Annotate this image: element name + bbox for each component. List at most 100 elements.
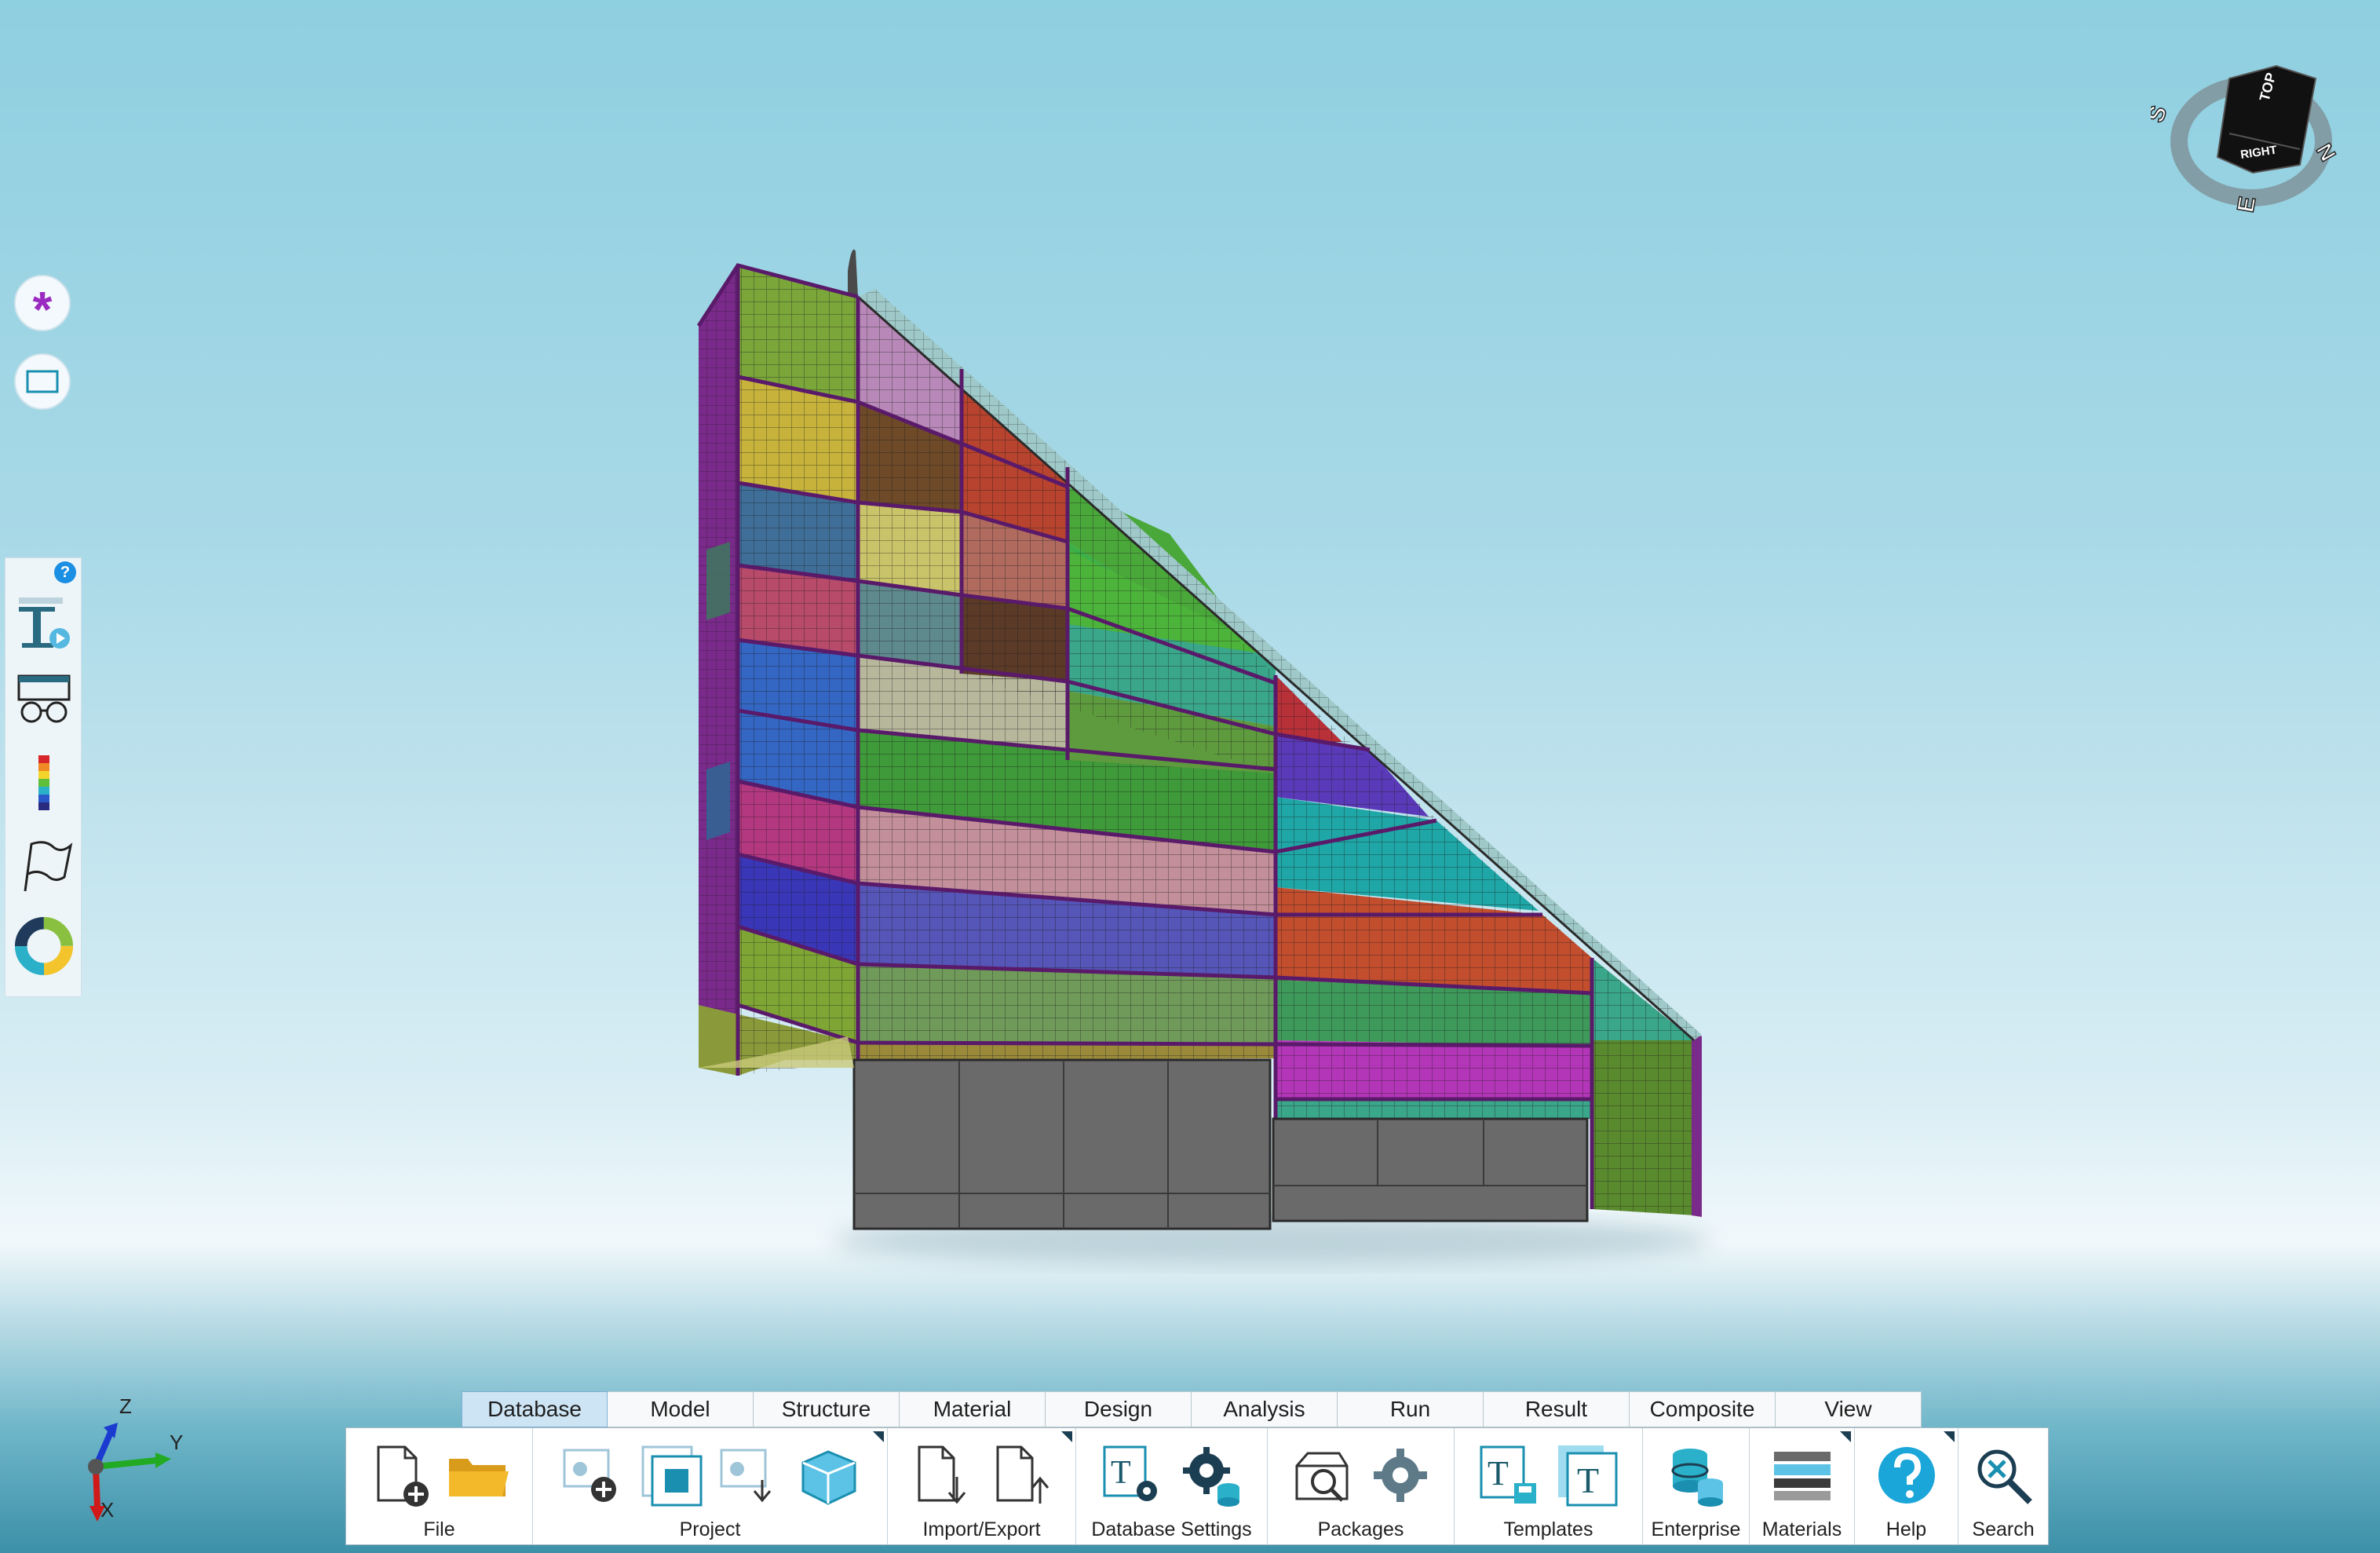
database-stack-icon <box>1671 1449 1723 1507</box>
color-bar-icon <box>38 755 49 810</box>
project-window-button[interactable] <box>637 1442 705 1509</box>
ribbon-tab-bar: Database Model Structure Material Design… <box>462 1391 1922 1427</box>
tab-run[interactable]: Run <box>1338 1391 1484 1427</box>
axis-triad: Z Y X <box>63 1382 220 1539</box>
tab-analysis[interactable]: Analysis <box>1192 1391 1338 1427</box>
group-database-settings: T Database Settings <box>1076 1428 1268 1544</box>
template-save-button[interactable]: T <box>1476 1442 1543 1509</box>
text-gear-icon: T <box>1103 1445 1157 1501</box>
new-project-button[interactable] <box>559 1442 626 1509</box>
tab-view[interactable]: View <box>1776 1391 1922 1427</box>
axis-y-label: Y <box>170 1431 183 1454</box>
export-file-icon <box>996 1445 1049 1504</box>
folder-icon <box>448 1459 509 1496</box>
materials-button[interactable] <box>1769 1442 1836 1509</box>
color-legend-tool[interactable] <box>13 751 75 817</box>
package-settings-button[interactable] <box>1367 1442 1434 1509</box>
group-packages: Packages <box>1268 1428 1455 1544</box>
project-import-button[interactable] <box>716 1442 783 1509</box>
help-icon <box>1878 1447 1935 1504</box>
group-materials: Materials <box>1750 1428 1855 1544</box>
navigation-cube[interactable]: TOP RIGHT S N E <box>2142 47 2342 228</box>
tab-result[interactable]: Result <box>1484 1391 1630 1427</box>
project-launcher-icon[interactable] <box>873 1431 884 1442</box>
package-search-button[interactable] <box>1288 1442 1356 1509</box>
group-search-label: Search <box>1972 1518 2035 1540</box>
new-file-button[interactable] <box>367 1442 434 1509</box>
left-side-strip[interactable] <box>699 265 738 1068</box>
svg-text:T: T <box>1111 1455 1131 1491</box>
group-project: Project <box>533 1428 888 1544</box>
tab-model[interactable]: Model <box>608 1391 754 1427</box>
group-help: Help <box>1855 1428 1958 1544</box>
search-icon <box>1977 1449 2032 1504</box>
glasses-icon <box>17 674 71 723</box>
new-file-icon <box>377 1445 429 1507</box>
flag-tool[interactable] <box>13 833 75 899</box>
import-file-icon <box>918 1445 966 1504</box>
ribbon-panel: File Project Import/Export T Database Se… <box>345 1427 2049 1545</box>
group-file-label: File <box>423 1518 455 1540</box>
group-enterprise: Enterprise <box>1643 1428 1750 1544</box>
text-tool[interactable] <box>13 590 75 656</box>
package-search-icon <box>1295 1452 1348 1502</box>
asterisk-icon: * <box>32 281 53 338</box>
template-icon: T <box>1557 1445 1617 1507</box>
template-save-icon: T <box>1480 1445 1536 1504</box>
search-button[interactable] <box>1969 1442 2037 1509</box>
export-button[interactable] <box>987 1442 1055 1509</box>
import-export-launcher-icon[interactable] <box>1061 1431 1072 1442</box>
help-launcher-icon[interactable] <box>1944 1431 1955 1442</box>
gear-icon <box>1373 1449 1427 1502</box>
group-packages-label: Packages <box>1317 1518 1404 1540</box>
group-enterprise-label: Enterprise <box>1651 1518 1741 1540</box>
group-import-export: Import/Export <box>888 1428 1076 1544</box>
enterprise-button[interactable] <box>1663 1442 1730 1509</box>
tab-material[interactable]: Material <box>900 1391 1046 1427</box>
color-wheel-tool[interactable] <box>13 913 75 979</box>
svg-text:T: T <box>1488 1454 1509 1493</box>
help-button[interactable] <box>1873 1442 1940 1509</box>
top-fin[interactable] <box>848 249 858 297</box>
group-project-label: Project <box>679 1518 741 1540</box>
database-text-settings-button[interactable]: T <box>1099 1442 1166 1509</box>
group-help-label: Help <box>1885 1518 1927 1540</box>
mesh-model[interactable] <box>0 0 2380 1553</box>
rectangle-select-button[interactable] <box>14 353 71 410</box>
group-search: Search <box>1958 1428 2048 1544</box>
compass-s-label[interactable]: S <box>2142 102 2173 127</box>
viewer-tool[interactable] <box>13 668 75 734</box>
asterisk-button[interactable]: * <box>14 275 71 338</box>
flag-icon <box>24 841 73 892</box>
material-layers-icon <box>1773 1452 1831 1500</box>
group-materials-label: Materials <box>1761 1518 1842 1540</box>
box-icon <box>801 1450 856 1505</box>
tab-design[interactable]: Design <box>1046 1391 1192 1427</box>
materials-launcher-icon[interactable] <box>1840 1431 1851 1442</box>
axis-z-label: Z <box>119 1394 132 1418</box>
group-database-settings-label: Database Settings <box>1091 1518 1252 1540</box>
axis-x-label: X <box>100 1498 114 1522</box>
database-config-button[interactable] <box>1177 1442 1245 1509</box>
project-download-icon <box>720 1449 771 1503</box>
open-folder-button[interactable] <box>445 1442 513 1509</box>
left-toolbar: ? <box>5 557 82 997</box>
template-button[interactable]: T <box>1554 1442 1622 1509</box>
group-templates: T T Templates <box>1455 1428 1643 1544</box>
group-import-export-label: Import/Export <box>922 1518 1041 1540</box>
tab-structure[interactable]: Structure <box>754 1391 900 1427</box>
gear-database-icon <box>1182 1447 1239 1507</box>
new-project-icon <box>563 1449 616 1502</box>
project-window-icon <box>641 1445 702 1507</box>
svg-text:T: T <box>1577 1460 1599 1500</box>
color-wheel-icon <box>14 916 74 976</box>
tab-database[interactable]: Database <box>462 1391 608 1427</box>
import-button[interactable] <box>909 1442 976 1509</box>
3d-viewport[interactable] <box>0 0 2380 1553</box>
tab-composite[interactable]: Composite <box>1630 1391 1776 1427</box>
help-badge-icon[interactable]: ? <box>54 561 76 583</box>
project-package-button[interactable] <box>794 1442 862 1509</box>
rectangle-icon <box>26 370 59 393</box>
text-play-icon <box>19 597 70 649</box>
group-file: File <box>346 1428 533 1544</box>
